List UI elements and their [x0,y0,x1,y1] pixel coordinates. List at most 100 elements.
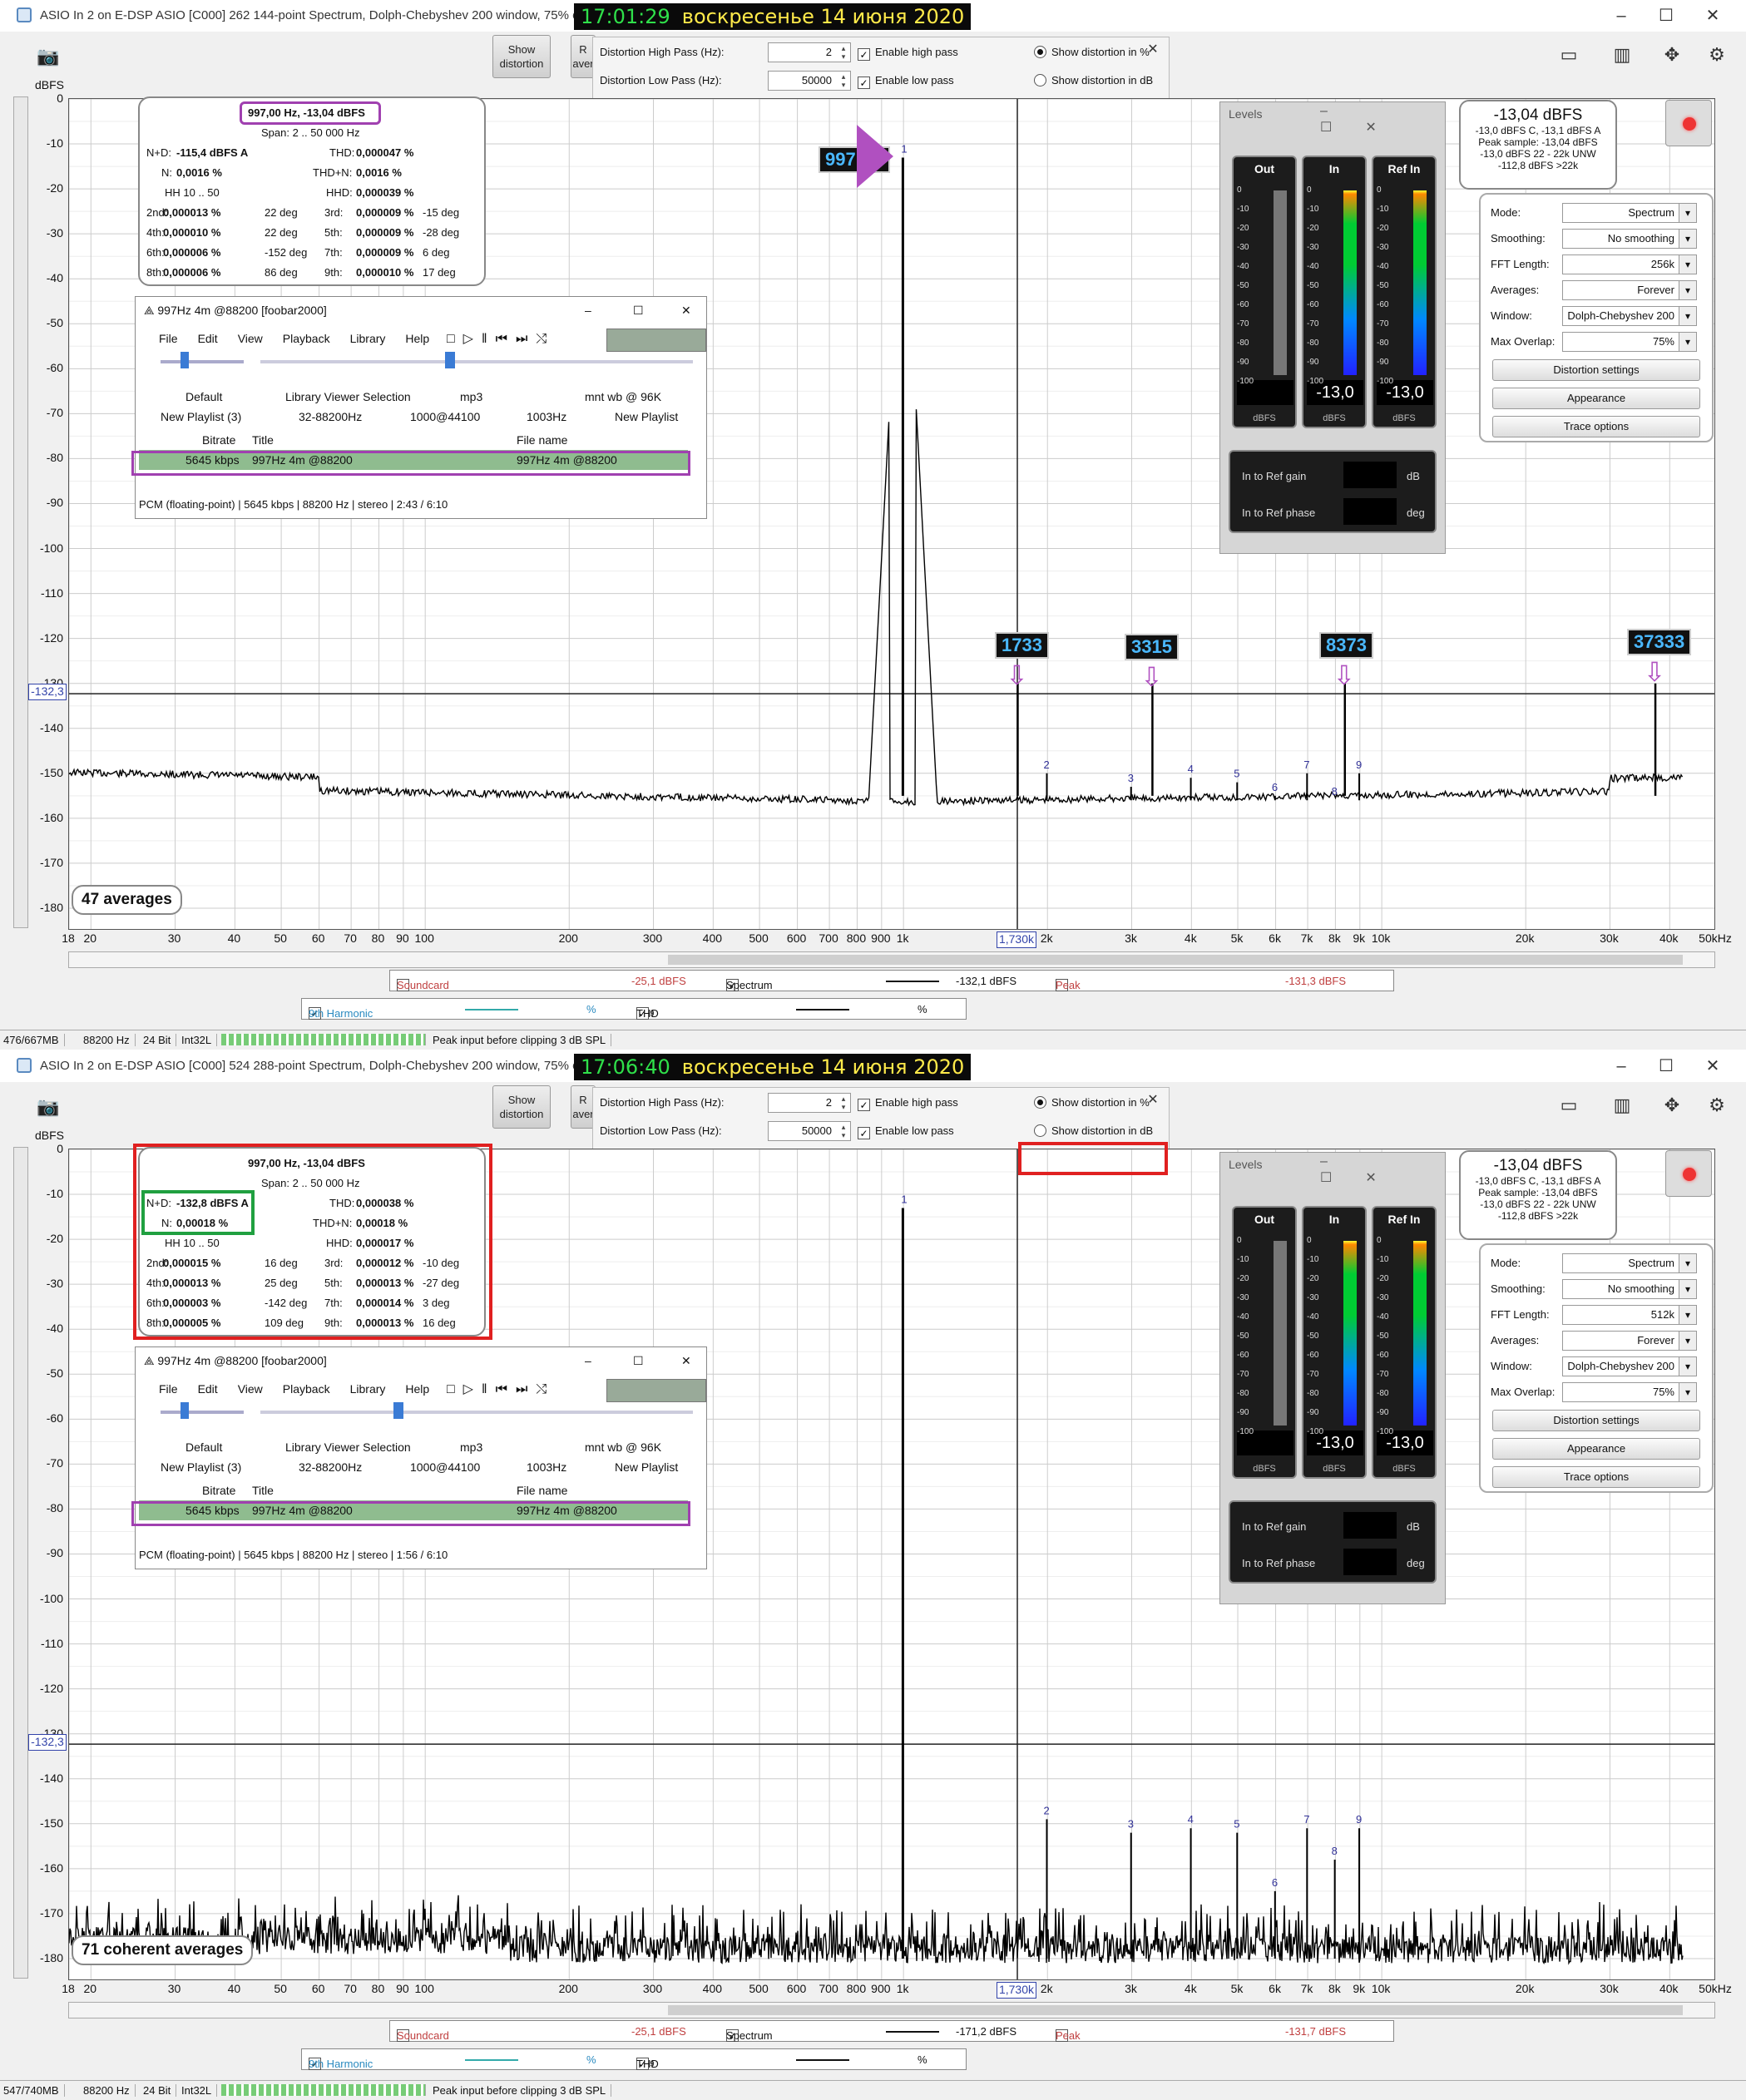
seek-knob[interactable] [445,352,455,368]
overlap-select[interactable]: 75% [1562,332,1697,352]
playlist-tab[interactable]: New Playlist (3) [161,410,241,423]
playlist-tab[interactable]: 1003Hz [527,1460,566,1474]
enable-low-pass-checkbox[interactable]: ✓ Enable low pass [858,1124,954,1139]
foobar-menu-edit[interactable]: Edit [198,332,218,345]
overlap-select[interactable]: 75% [1562,1382,1697,1402]
mode-select[interactable]: Spectrum [1562,1253,1697,1273]
playlist-tab[interactable]: Library Viewer Selection [285,390,411,403]
playlist-tab[interactable]: 32-88200Hz [299,410,362,423]
playlist-tab[interactable]: 32-88200Hz [299,1460,362,1474]
appearance-button[interactable]: Appearance [1492,1438,1700,1460]
col-bitrate[interactable]: Bitrate [202,433,235,447]
layout-icon[interactable]: ▥ [1605,1092,1639,1119]
volume-knob[interactable] [181,352,189,368]
averages-select[interactable]: Forever [1562,280,1697,300]
distortion-settings-button[interactable]: Distortion settings [1492,1410,1700,1431]
distortion-db-radio[interactable]: Show distortion in dB [1034,74,1153,86]
smoothing-select[interactable]: No smoothing [1562,229,1697,249]
playlist-tab[interactable]: New Playlist (3) [161,1460,241,1474]
playlist-tab[interactable]: mnt wb @ 96K [585,1440,661,1454]
screen-capture-icon[interactable]: ▭ [1552,42,1585,68]
high-pass-input[interactable]: 2 [768,42,851,62]
playlist-tab[interactable]: New Playlist [615,410,678,423]
trace-options-button[interactable]: Trace options [1492,416,1700,437]
playlist-tab[interactable]: 1000@44100 [410,1460,480,1474]
smoothing-select[interactable]: No smoothing [1562,1279,1697,1299]
scroll-thumb[interactable] [668,955,1683,965]
thd-checkbox[interactable]: ✓THDH2..9 [636,2053,659,2070]
horizontal-scrollbar[interactable] [68,2002,1715,2018]
close-button[interactable]: ✕ [1692,3,1734,28]
foobar-menu-playback[interactable]: Playback [283,1382,330,1396]
mode-select[interactable]: Spectrum [1562,203,1697,223]
foobar-menu-view[interactable]: View [238,1382,263,1396]
distortion-settings-button[interactable]: Distortion settings [1492,359,1700,381]
foobar-menu-playback[interactable]: Playback [283,332,330,345]
transport-icons[interactable]: □▷‖⏮⏭⤭ [447,1381,555,1397]
maximize-button[interactable]: ☐ [1645,1054,1687,1079]
layout-icon[interactable]: ▥ [1605,42,1639,68]
fft-length-select[interactable]: 512k [1562,1305,1697,1325]
window-select[interactable]: Dolph-Chebyshev 200 [1562,306,1697,326]
playlist-tab[interactable]: New Playlist [615,1460,678,1474]
transport-icons[interactable]: □▷‖⏮⏭⤭ [447,330,555,347]
seek-knob[interactable] [393,1402,403,1419]
foobar-minimize-button[interactable]: – [585,1354,591,1367]
foobar-menu-library[interactable]: Library [350,1382,386,1396]
volume-slider[interactable] [161,360,244,363]
foobar-menu-edit[interactable]: Edit [198,1382,218,1396]
playlist-tab[interactable]: Library Viewer Selection [285,1440,411,1454]
enable-high-pass-checkbox[interactable]: ✓ Enable high pass [858,1096,958,1111]
volume-slider[interactable] [161,1411,244,1414]
trace-options-button[interactable]: Trace options [1492,1466,1700,1488]
screen-capture-icon[interactable]: ▭ [1552,1092,1585,1119]
foobar-minimize-button[interactable]: – [585,304,591,317]
foobar-menu-view[interactable]: View [238,332,263,345]
foobar-menu-file[interactable]: File [159,1382,178,1396]
foobar-menu-help[interactable]: Help [405,1382,429,1396]
low-pass-input[interactable]: 50000 [768,1121,851,1141]
fft-length-select[interactable]: 256k [1562,254,1697,274]
foobar-maximize-button[interactable]: ☐ [633,304,644,318]
levels-window-controls[interactable]: –☐✕ [1320,104,1445,136]
maximize-button[interactable]: ☐ [1645,3,1687,28]
seek-bar[interactable] [260,360,693,363]
gear-icon[interactable]: ⚙ [1700,42,1734,68]
volume-knob[interactable] [181,1402,189,1419]
panel-close-icon[interactable]: ✕ [1132,37,1174,62]
distortion-db-radio[interactable]: Show distortion in dB [1034,1124,1153,1137]
scroll-thumb[interactable] [668,2005,1683,2015]
foobar-close-button[interactable]: ✕ [681,1354,691,1368]
panel-close-icon[interactable]: ✕ [1132,1088,1174,1113]
foobar-menu-library[interactable]: Library [350,332,386,345]
minimize-button[interactable]: – [1600,3,1642,28]
enable-high-pass-checkbox[interactable]: ✓ Enable high pass [858,46,958,61]
low-pass-input[interactable]: 50000 [768,71,851,91]
enable-low-pass-checkbox[interactable]: ✓ Enable low pass [858,74,954,89]
record-button[interactable] [1665,100,1712,146]
foobar-maximize-button[interactable]: ☐ [633,1354,644,1368]
averages-select[interactable]: Forever [1562,1331,1697,1351]
minimize-button[interactable]: – [1600,1054,1642,1079]
show-distortion-button[interactable]: Show distortion [492,35,551,78]
seek-bar[interactable] [260,1411,693,1414]
playlist-tab[interactable]: mp3 [460,390,482,403]
col-bitrate[interactable]: Bitrate [202,1484,235,1497]
playlist-tab[interactable]: 1000@44100 [410,410,480,423]
resize-arrows-icon[interactable]: ✥ [1655,1092,1689,1119]
foobar-close-button[interactable]: ✕ [681,304,691,318]
thd-checkbox[interactable]: ✓THDH2..9 [636,1003,659,1020]
foobar-menu-help[interactable]: Help [405,332,429,345]
playlist-tab[interactable]: Default [185,390,222,403]
playlist-tab[interactable]: Default [185,1440,222,1454]
levels-window-controls[interactable]: –☐✕ [1320,1154,1445,1186]
playlist-tab[interactable]: mp3 [460,1440,482,1454]
window-select[interactable]: Dolph-Chebyshev 200 [1562,1356,1697,1376]
playlist-tab[interactable]: mnt wb @ 96K [585,390,661,403]
record-button[interactable] [1665,1150,1712,1197]
col-filename[interactable]: File name [517,1484,567,1497]
gear-icon[interactable]: ⚙ [1700,1092,1734,1119]
camera-icon[interactable]: 📷 [32,1094,65,1120]
foobar-menu-file[interactable]: File [159,332,178,345]
col-title[interactable]: Title [252,1484,274,1497]
